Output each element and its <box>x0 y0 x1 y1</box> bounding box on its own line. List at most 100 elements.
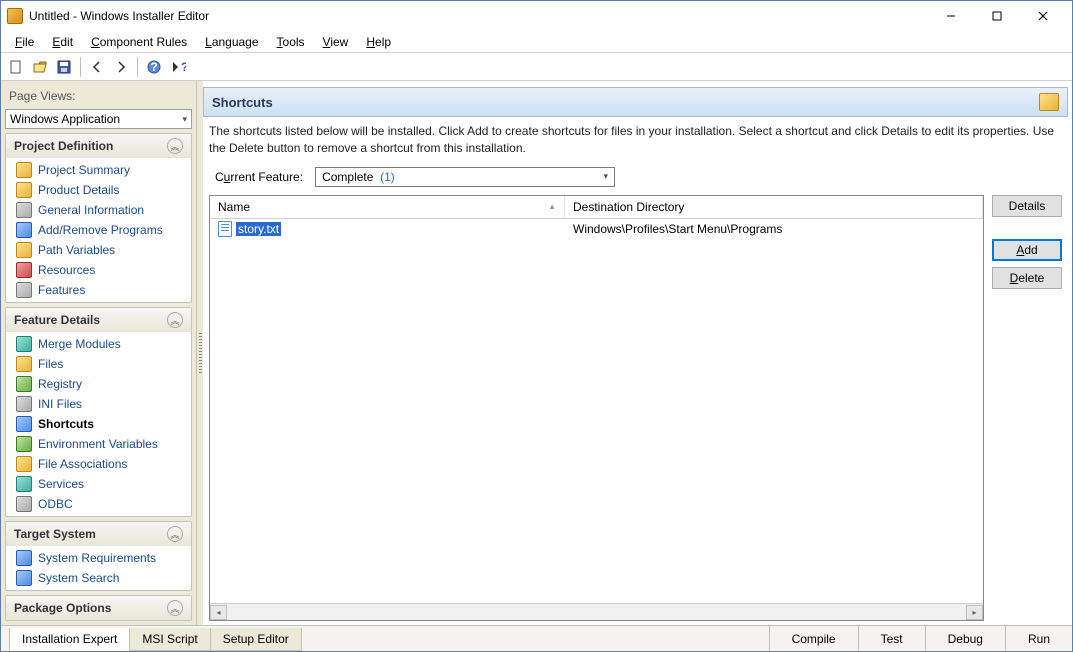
tab-msi-script[interactable]: MSI Script <box>129 628 210 651</box>
collapse-icon: ︽ <box>167 526 183 542</box>
nav-resources[interactable]: Resources <box>6 260 191 280</box>
tab-installation-expert[interactable]: Installation Expert <box>9 628 130 651</box>
add-button[interactable]: Add <box>992 239 1062 261</box>
nav-product-details[interactable]: Product Details <box>6 180 191 200</box>
tab-setup-editor[interactable]: Setup Editor <box>210 628 302 651</box>
col-name[interactable]: Name▲ <box>210 196 565 218</box>
nav-files[interactable]: Files <box>6 354 191 374</box>
back-button[interactable] <box>86 56 108 78</box>
menu-edit[interactable]: Edit <box>44 33 81 51</box>
cell-destination: Windows\Profiles\Start Menu\Programs <box>565 219 983 239</box>
content-description: The shortcuts listed below will be insta… <box>203 117 1068 165</box>
nav-project-summary[interactable]: Project Summary <box>6 160 191 180</box>
menubar: File Edit Component Rules Language Tools… <box>1 31 1072 53</box>
panel-header-target-system[interactable]: Target System ︽ <box>6 522 191 546</box>
env-icon <box>16 436 32 452</box>
nav-merge-modules[interactable]: Merge Modules <box>6 334 191 354</box>
shortcut-listview[interactable]: Name▲ Destination Directory story.txt Wi… <box>209 195 984 621</box>
row-name: story.txt <box>236 222 281 236</box>
menu-help[interactable]: Help <box>358 33 399 51</box>
nav-file-associations[interactable]: File Associations <box>6 454 191 474</box>
scroll-left-icon[interactable]: ◂ <box>210 605 227 620</box>
file-icon <box>218 221 232 237</box>
syssearch-icon <box>16 570 32 586</box>
nav-odbc[interactable]: ODBC <box>6 494 191 514</box>
features-icon <box>16 282 32 298</box>
merge-icon <box>16 336 32 352</box>
menu-component-rules[interactable]: Component Rules <box>83 33 195 51</box>
page-views-value: Windows Application <box>10 112 120 126</box>
work-area: Page Views: Windows Application ▾ Projec… <box>1 81 1072 625</box>
content-header: Shortcuts <box>203 87 1068 117</box>
nav-features[interactable]: Features <box>6 280 191 300</box>
open-button[interactable] <box>29 56 51 78</box>
nav-services[interactable]: Services <box>6 474 191 494</box>
panel-header-project-definition[interactable]: Project Definition ︽ <box>6 134 191 158</box>
panel-project-definition: Project Definition ︽ Project Summary Pro… <box>5 133 192 303</box>
bottom-bar: Installation Expert MSI Script Setup Edi… <box>1 625 1072 651</box>
list-row[interactable]: story.txt Windows\Profiles\Start Menu\Pr… <box>210 219 983 239</box>
page-views-label: Page Views: <box>5 87 192 105</box>
collapse-icon: ︽ <box>167 312 183 328</box>
panel-header-package-options[interactable]: Package Options ︽ <box>6 596 191 620</box>
nav-registry[interactable]: Registry <box>6 374 191 394</box>
sort-asc-icon: ▲ <box>548 202 556 211</box>
bottom-actions: Compile Test Debug Run <box>769 626 1072 651</box>
nav-path-variables[interactable]: Path Variables <box>6 240 191 260</box>
listview-body: story.txt Windows\Profiles\Start Menu\Pr… <box>210 219 983 603</box>
chevron-down-icon: ▾ <box>182 114 187 125</box>
bottom-tabs: Installation Expert MSI Script Setup Edi… <box>1 626 309 651</box>
forward-button[interactable] <box>110 56 132 78</box>
svg-text:?: ? <box>150 60 157 74</box>
menu-language[interactable]: Language <box>197 33 266 51</box>
horizontal-scrollbar[interactable]: ◂ ▸ <box>210 603 983 620</box>
panel-package-options: Package Options ︽ <box>5 595 192 621</box>
menu-tools[interactable]: Tools <box>269 33 313 51</box>
panel-header-feature-details[interactable]: Feature Details ︽ <box>6 308 191 332</box>
nav-system-search[interactable]: System Search <box>6 568 191 588</box>
col-destination[interactable]: Destination Directory <box>565 196 983 218</box>
window-title: Untitled - Windows Installer Editor <box>29 9 928 23</box>
addremove-icon <box>16 222 32 238</box>
resources-icon <box>16 262 32 278</box>
maximize-button[interactable] <box>974 2 1020 30</box>
current-feature-combo[interactable]: Complete (1) ▾ <box>315 167 615 187</box>
info-icon <box>16 202 32 218</box>
new-button[interactable] <box>5 56 27 78</box>
svg-text:?: ? <box>181 60 186 74</box>
run-button[interactable]: Run <box>1005 626 1072 651</box>
main-pane: Shortcuts The shortcuts listed below wil… <box>203 81 1072 625</box>
delete-button[interactable]: Delete <box>992 267 1062 289</box>
debug-button[interactable]: Debug <box>925 626 1005 651</box>
help-button[interactable]: ? <box>143 56 165 78</box>
collapse-icon: ︽ <box>167 600 183 616</box>
registry-icon <box>16 376 32 392</box>
toolbar: ? ? <box>1 53 1072 81</box>
nav-shortcuts[interactable]: Shortcuts <box>6 414 191 434</box>
nav-add-remove-programs[interactable]: Add/Remove Programs <box>6 220 191 240</box>
compile-button[interactable]: Compile <box>769 626 858 651</box>
nav-general-information[interactable]: General Information <box>6 200 191 220</box>
summary-icon <box>16 162 32 178</box>
content-title: Shortcuts <box>212 95 273 110</box>
nav-system-requirements[interactable]: System Requirements <box>6 548 191 568</box>
menu-file[interactable]: File <box>7 33 42 51</box>
odbc-icon <box>16 496 32 512</box>
details-button[interactable]: Details <box>992 195 1062 217</box>
nav-environment-variables[interactable]: Environment Variables <box>6 434 191 454</box>
sidebar: Page Views: Windows Application ▾ Projec… <box>1 81 197 625</box>
ini-icon <box>16 396 32 412</box>
menu-view[interactable]: View <box>315 33 357 51</box>
close-button[interactable] <box>1020 2 1066 30</box>
files-icon <box>16 356 32 372</box>
context-help-button[interactable]: ? <box>167 56 189 78</box>
toolbar-separator <box>80 57 81 77</box>
test-button[interactable]: Test <box>858 626 925 651</box>
page-views-select[interactable]: Windows Application ▾ <box>5 109 192 129</box>
nav-ini-files[interactable]: INI Files <box>6 394 191 414</box>
scroll-right-icon[interactable]: ▸ <box>966 605 983 620</box>
minimize-button[interactable] <box>928 2 974 30</box>
cell-name: story.txt <box>210 219 565 239</box>
shortcuts-header-icon <box>1039 93 1059 111</box>
save-button[interactable] <box>53 56 75 78</box>
